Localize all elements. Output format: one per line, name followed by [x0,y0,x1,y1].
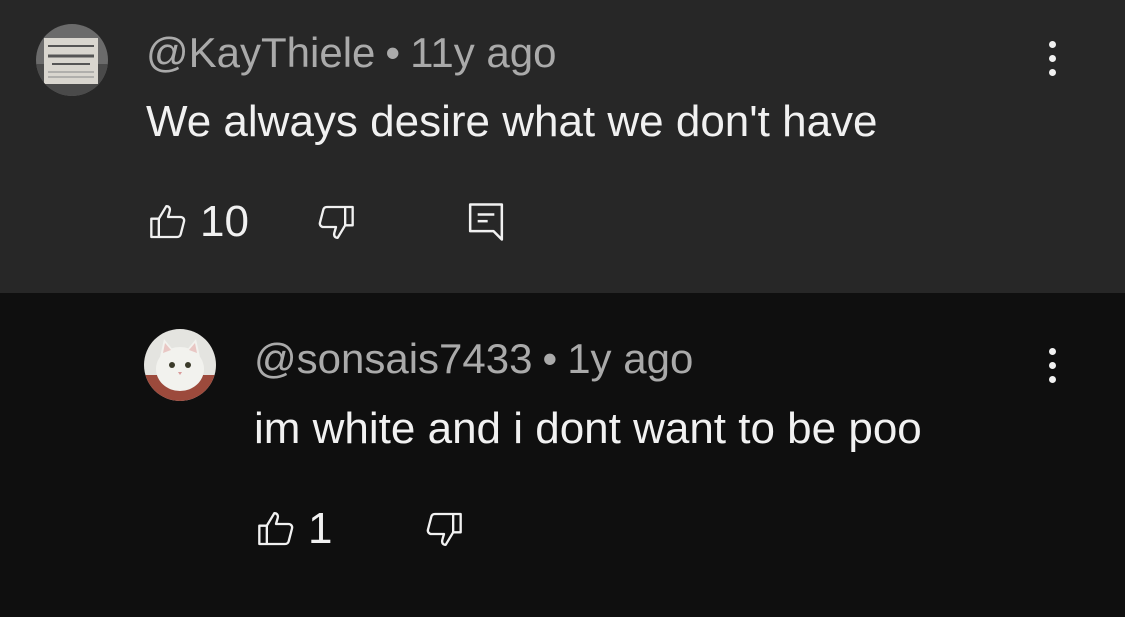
more-options-button[interactable] [1032,335,1072,395]
author-handle[interactable]: @sonsais7433 [254,335,532,382]
like-count: 1 [308,504,333,553]
comment-text: im white and i dont want to be poo [254,404,922,453]
author-handle[interactable]: @KayThiele [146,29,375,76]
dislike-button[interactable] [424,509,464,549]
comment-time: 11y ago [410,29,557,76]
comment-time: 1y ago [567,335,694,382]
cat-avatar-icon [144,329,216,401]
meta-separator: • [385,29,401,76]
like-button[interactable]: 10 [148,200,249,244]
thumbs-up-icon [258,511,294,546]
thumbs-down-icon [318,205,354,239]
comment-text: We always desire what we don't have [146,97,878,146]
more-vertical-icon-dot [1048,375,1056,383]
newspaper-avatar-icon [36,24,108,96]
reply-icon [468,203,504,241]
more-options-button[interactable] [1032,28,1072,88]
like-count: 10 [200,197,249,246]
reply-button[interactable] [466,200,506,244]
more-vertical-icon-dot [1048,361,1056,369]
reply-thread-item: @sonsais7433 • 1y ago im white and i dont … [0,293,1125,617]
thumbs-up-icon [150,205,186,239]
avatar[interactable] [144,329,216,401]
comment-thread-item: @KayThiele • 11y ago We always desire what… [0,0,1125,293]
dislike-button[interactable] [316,202,356,242]
thumbs-down-icon [426,512,462,546]
comment-meta: @KayThiele • 11y ago [146,32,556,74]
more-vertical-icon [1048,347,1056,355]
more-vertical-icon-dot [1048,54,1056,62]
avatar[interactable] [36,24,108,96]
more-vertical-icon-dot [1048,68,1056,76]
more-vertical-icon [1048,40,1056,48]
like-button[interactable]: 1 [256,507,332,551]
comment-meta: @sonsais7433 • 1y ago [254,338,693,380]
meta-separator: • [542,335,558,382]
